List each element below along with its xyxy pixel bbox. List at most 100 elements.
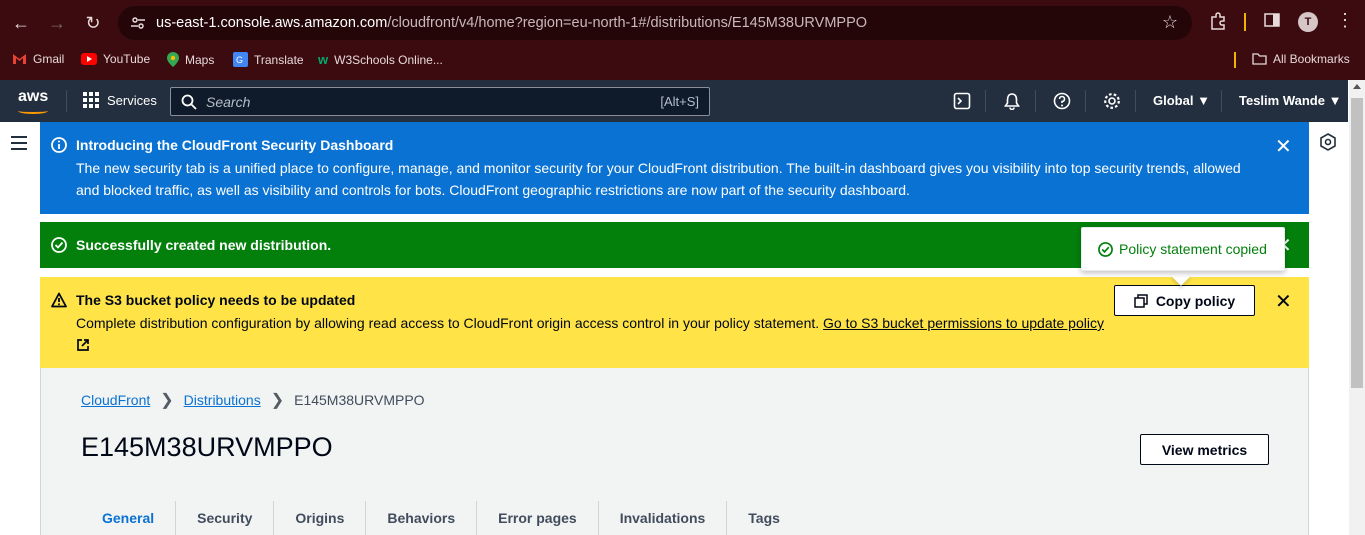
breadcrumb: CloudFront ❯ Distributions ❯ E145M38URVM…	[81, 390, 425, 410]
back-icon[interactable]: ←	[8, 10, 34, 36]
region-selector[interactable]: Global ▼	[1153, 93, 1210, 108]
tab-invalidations[interactable]: Invalidations	[597, 501, 727, 535]
browser-menu-icon[interactable]: ⋮	[1336, 10, 1354, 31]
reload-icon[interactable]: ↻	[80, 10, 106, 36]
translate-icon: G	[233, 52, 248, 67]
maps-icon	[167, 52, 179, 67]
success-title: Successfully created new distribution.	[76, 237, 332, 253]
external-link-icon	[77, 339, 89, 351]
services-label: Services	[107, 92, 157, 108]
bookmark-label: YouTube	[103, 52, 151, 66]
bookmark-maps[interactable]: Maps	[167, 52, 214, 67]
caret-down-icon: ▼	[1197, 93, 1210, 108]
search-icon	[181, 94, 197, 110]
search-placeholder: Search	[206, 94, 251, 110]
bookmark-label: Maps	[185, 52, 215, 67]
close-icon[interactable]: ✕	[1275, 289, 1292, 314]
user-name: Teslim Wande	[1239, 93, 1325, 108]
tools-panel-icon[interactable]	[1320, 133, 1336, 151]
side-panel-icon[interactable]	[1264, 12, 1280, 28]
header-divider	[985, 90, 986, 112]
toolbar-divider	[1244, 13, 1246, 31]
scroll-up-icon[interactable]	[1353, 84, 1361, 89]
chevron-right-icon: ❯	[270, 392, 285, 409]
url-host: us-east-1.console.aws.amazon.com	[156, 15, 388, 31]
settings-gear-icon[interactable]	[1103, 92, 1121, 110]
warning-icon	[51, 292, 67, 308]
copy-policy-button[interactable]: Copy policy	[1114, 285, 1255, 316]
page-scrollbar[interactable]	[1349, 80, 1365, 535]
s3-permissions-link-label: Go to S3 bucket permissions to update po…	[823, 315, 1104, 331]
warning-body: Complete distribution configuration by a…	[76, 312, 1106, 356]
tab-general[interactable]: General	[81, 501, 175, 535]
breadcrumb-current: E145M38URVMPPO	[294, 392, 425, 408]
browser-toolbar: ← → ↻ us-east-1.console.aws.amazon.com/c…	[0, 0, 1365, 80]
info-title: Introducing the CloudFront Security Dash…	[76, 137, 394, 153]
url-text[interactable]: us-east-1.console.aws.amazon.com/cloudfr…	[156, 15, 867, 31]
scroll-thumb[interactable]	[1351, 98, 1363, 388]
tab-error-pages[interactable]: Error pages	[476, 501, 598, 535]
side-nav-toggle-icon[interactable]	[11, 136, 27, 154]
close-icon[interactable]: ✕	[1275, 134, 1292, 159]
services-menu[interactable]: Services	[83, 92, 157, 108]
warning-text: Complete distribution configuration by a…	[76, 315, 820, 331]
bookmark-gmail[interactable]: Gmail	[12, 52, 64, 66]
header-divider	[1085, 90, 1086, 112]
warning-title: The S3 bucket policy needs to be updated	[76, 292, 356, 308]
bookmark-youtube[interactable]: YouTube	[81, 52, 150, 66]
copy-icon	[1134, 293, 1148, 308]
notifications-bell-icon[interactable]	[1003, 92, 1021, 110]
forward-icon[interactable]: →	[44, 10, 70, 36]
profile-avatar[interactable]: T	[1298, 12, 1318, 32]
success-check-icon	[51, 237, 67, 253]
folder-icon	[1252, 53, 1267, 65]
caret-down-icon: ▼	[1328, 93, 1342, 108]
copied-popover: Policy statement copied	[1081, 227, 1285, 271]
breadcrumb-distributions[interactable]: Distributions	[184, 392, 261, 408]
tab-security[interactable]: Security	[175, 501, 273, 535]
url-path: /cloudfront/v4/home?region=eu-north-1#/d…	[387, 15, 868, 31]
header-divider	[1035, 90, 1036, 112]
header-divider	[1135, 90, 1136, 112]
breadcrumb-cloudfront[interactable]: CloudFront	[81, 392, 150, 408]
bookmark-translate[interactable]: G Translate	[233, 52, 304, 67]
services-grid-icon	[83, 92, 99, 108]
w3schools-icon: w	[318, 52, 329, 67]
svg-text:G: G	[236, 55, 243, 65]
bookmark-w3schools[interactable]: w W3Schools Online...	[318, 52, 443, 67]
help-icon[interactable]	[1053, 92, 1071, 110]
site-settings-icon[interactable]	[130, 15, 146, 31]
all-bookmarks-label: All Bookmarks	[1273, 52, 1350, 66]
bookmark-label: Translate	[254, 52, 304, 67]
warning-flashbar: The S3 bucket policy needs to be updated…	[40, 277, 1309, 368]
bookmarks-divider	[1234, 52, 1236, 68]
search-input[interactable]: Search [Alt+S]	[170, 87, 710, 116]
tab-bar: General Security Origins Behaviors Error…	[81, 501, 801, 535]
tab-tags[interactable]: Tags	[726, 501, 801, 535]
copy-policy-label: Copy policy	[1155, 292, 1236, 309]
all-bookmarks[interactable]: All Bookmarks	[1252, 52, 1350, 66]
address-bar[interactable]: us-east-1.console.aws.amazon.com/cloudfr…	[118, 6, 1192, 40]
bookmarks-bar: Gmail YouTube Maps G Translate w W3Schoo…	[0, 48, 1365, 72]
info-body: The new security tab is a unified place …	[76, 160, 1241, 198]
info-icon	[51, 137, 67, 153]
tab-behaviors[interactable]: Behaviors	[365, 501, 476, 535]
youtube-icon	[81, 53, 97, 65]
bookmark-label: Gmail	[33, 52, 65, 66]
aws-top-nav: aws Services Search [Alt+S] Global ▼ Tes…	[0, 80, 1348, 122]
chevron-right-icon: ❯	[160, 392, 174, 409]
info-flashbar: Introducing the CloudFront Security Dash…	[40, 122, 1309, 214]
page-title: E145M38URVMPPO	[81, 432, 333, 462]
bookmark-star-icon[interactable]: ☆	[1162, 12, 1178, 33]
aws-logo[interactable]: aws	[18, 88, 48, 106]
main-content: CloudFront ❯ Distributions ❯ E145M38URVM…	[40, 368, 1309, 535]
view-metrics-button[interactable]: View metrics	[1140, 434, 1269, 465]
gmail-icon	[13, 54, 26, 64]
tab-origins[interactable]: Origins	[273, 501, 365, 535]
account-menu[interactable]: Teslim Wande ▼	[1239, 93, 1341, 108]
extensions-icon[interactable]	[1209, 12, 1227, 30]
header-divider	[1221, 90, 1222, 112]
bookmark-label: W3Schools Online...	[334, 52, 443, 67]
cloudshell-icon[interactable]	[953, 92, 971, 110]
header-divider	[66, 90, 67, 112]
